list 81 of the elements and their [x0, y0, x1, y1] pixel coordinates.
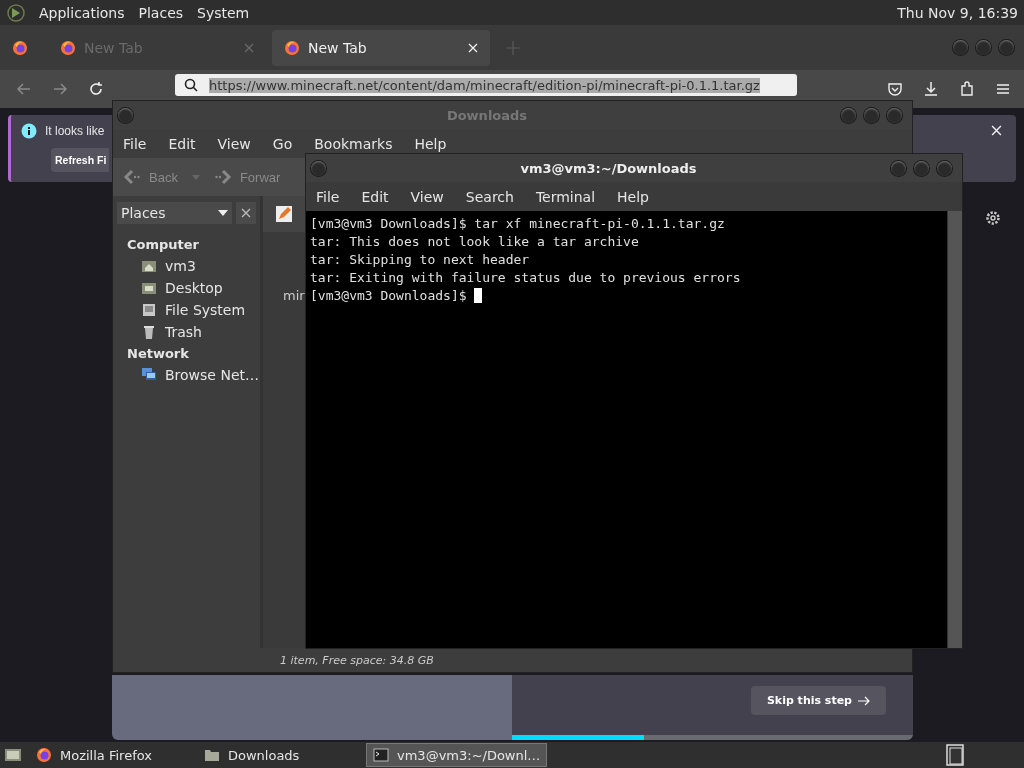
info-icon: [21, 123, 37, 139]
scrollbar[interactable]: [947, 211, 962, 648]
taskbar-item[interactable]: Downloads: [198, 743, 358, 767]
menu-item[interactable]: File: [123, 135, 147, 152]
refresh-button[interactable]: Refresh Fi: [51, 148, 109, 172]
pencil-note-icon[interactable]: [275, 205, 293, 223]
sidebar-item[interactable]: Trash: [117, 321, 256, 343]
window-control-button[interactable]: [841, 107, 856, 123]
menu-item[interactable]: Edit: [168, 135, 196, 152]
search-icon: [183, 77, 199, 93]
menu-item[interactable]: Help: [617, 188, 649, 205]
desktop-folder-icon: [141, 280, 157, 296]
plus-icon[interactable]: [506, 40, 520, 55]
download-icon[interactable]: [922, 80, 940, 98]
caret-icon[interactable]: [191, 174, 200, 180]
places-dropdown[interactable]: Places: [117, 202, 232, 224]
terminal-line: tar: Exiting with failure status due to previous errors: [310, 268, 742, 286]
sidebar-item[interactable]: vm3: [117, 255, 256, 277]
flame-circle-icon: [12, 39, 28, 56]
window-control-button[interactable]: [118, 107, 133, 123]
home-folder-icon: [141, 258, 157, 274]
menu-item[interactable]: Edit: [361, 188, 389, 205]
skip-button[interactable]: Skip this step: [750, 686, 886, 715]
window-control-button[interactable]: [953, 40, 968, 55]
sidebar-item[interactable]: Browse Net…: [117, 364, 256, 386]
menu-item[interactable]: Help: [414, 135, 447, 152]
terminal-prompt: [vm3@vm3 Downloads]$: [310, 287, 468, 303]
reload-icon[interactable]: [87, 80, 105, 98]
network-computer-icon: [141, 367, 157, 383]
browser-tab[interactable]: New Tab: [272, 29, 490, 66]
clock[interactable]: Thu Nov 9, 16:39: [897, 4, 1018, 21]
show-desktop-icon[interactable]: [4, 746, 22, 764]
menu-item[interactable]: Go: [272, 135, 293, 152]
url-field[interactable]: https://www.minecraft.net/content/dam/minecraft/edition-pi/minecraft-pi-0.1.1.tar.gz: [175, 74, 797, 96]
notification-text: It looks like: [45, 124, 105, 138]
sidebar-item[interactable]: Desktop: [117, 277, 256, 299]
panel-menu[interactable]: Places: [138, 4, 184, 21]
file-name[interactable]: mir: [283, 288, 305, 303]
cursor: [474, 287, 483, 303]
window-control-button[interactable]: [887, 107, 902, 123]
close-icon: [241, 208, 251, 218]
terminal-icon: [373, 747, 389, 763]
workspace-icon[interactable]: [946, 744, 964, 766]
window-control-button[interactable]: [976, 40, 991, 55]
sidebar-heading: Computer: [126, 236, 201, 254]
close-button[interactable]: [236, 202, 256, 224]
back-arrow-icon: [123, 168, 141, 186]
settings-icon[interactable]: [984, 209, 1002, 227]
arrow-icon: [858, 695, 870, 706]
panel-menu[interactable]: Applications: [39, 4, 125, 21]
menu-item[interactable]: Terminal: [535, 188, 596, 205]
flame-circle-icon: [60, 39, 76, 56]
window-control-button[interactable]: [999, 40, 1014, 55]
terminal-line: tar: Skipping to next header: [310, 250, 531, 268]
trash-icon: [141, 324, 157, 340]
menu-item[interactable]: File: [316, 188, 340, 205]
taskbar-item[interactable]: Mozilla Firefox: [30, 743, 190, 767]
taskbar-item[interactable]: vm3@vm3:~/Downl…: [366, 743, 548, 767]
pocket-icon[interactable]: [886, 80, 904, 98]
terminal-line: [vm3@vm3 Downloads]$ tar xf minecraft-pi-0.1.1.tar.gz: [310, 214, 726, 232]
terminal-line: tar: This does not look like a tar archive: [310, 232, 640, 250]
window-control-button[interactable]: [891, 160, 906, 176]
window-control-button[interactable]: [914, 160, 929, 176]
menu-item[interactable]: Search: [465, 188, 514, 205]
sidebar-item[interactable]: File System: [117, 299, 256, 321]
drive-icon: [141, 302, 157, 318]
menu-item[interactable]: View: [410, 188, 444, 205]
folder-icon: [204, 747, 220, 763]
panel-menu[interactable]: System: [197, 4, 250, 21]
window-title: vm3@vm3:~/Downloads: [519, 160, 698, 176]
sidebar-heading: Network: [126, 345, 190, 363]
forward-arrow-icon: [213, 168, 232, 186]
play-logo-icon: [7, 3, 25, 22]
menu-item[interactable]: Bookmarks: [314, 135, 393, 152]
window-control-button[interactable]: [864, 107, 879, 123]
window-control-button[interactable]: [311, 160, 326, 176]
menu-item[interactable]: View: [217, 135, 251, 152]
window-control-button[interactable]: [937, 160, 952, 176]
flame-circle-icon: [36, 747, 52, 763]
flame-circle-icon: [284, 39, 300, 56]
window-title: Downloads: [445, 107, 529, 123]
